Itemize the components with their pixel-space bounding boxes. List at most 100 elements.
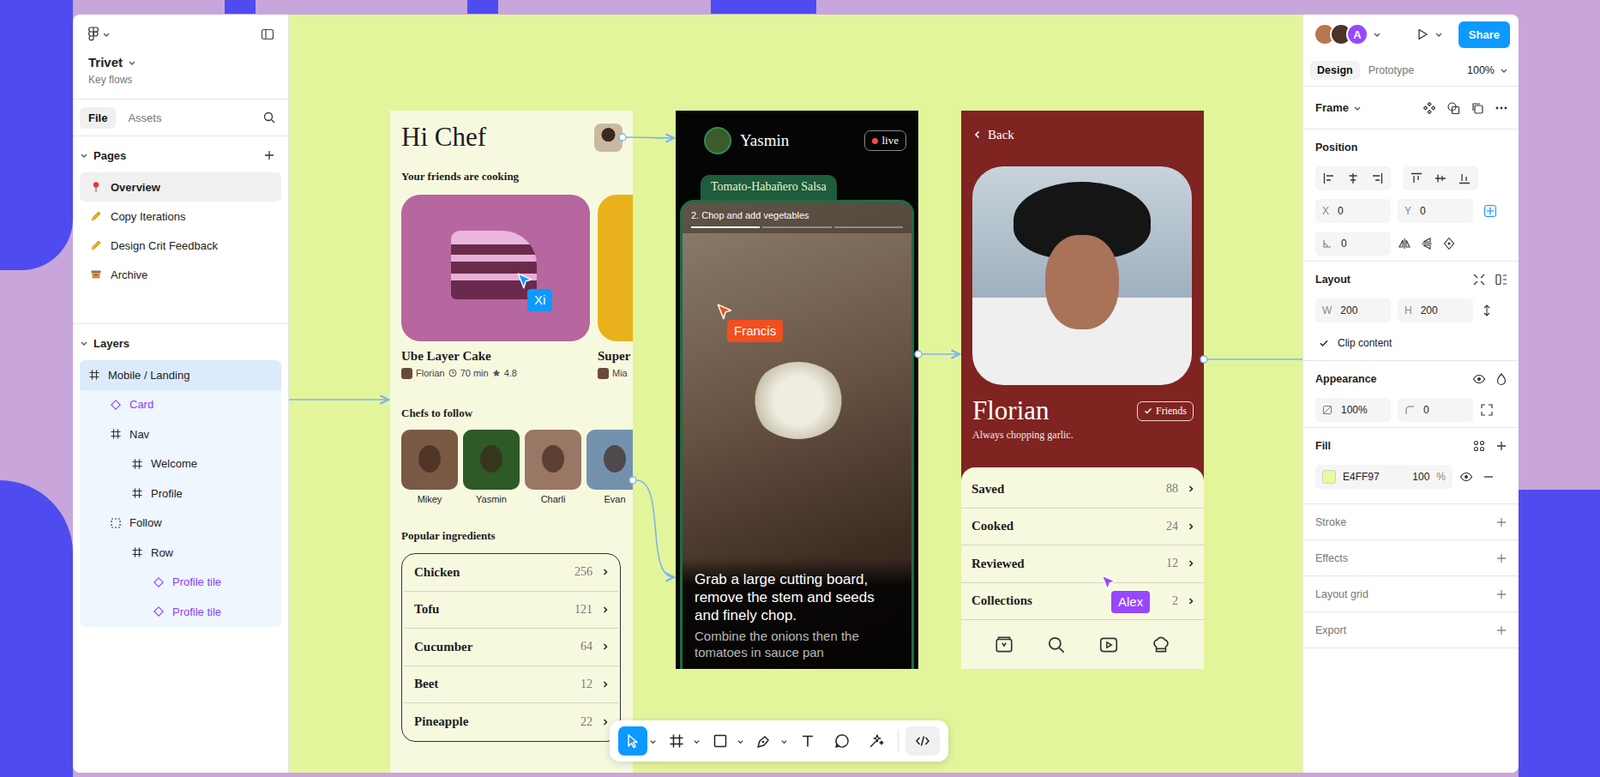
- chef-hat-icon[interactable]: [1150, 634, 1172, 656]
- connection-line[interactable]: [1207, 358, 1303, 361]
- add-page-icon[interactable]: [262, 148, 277, 163]
- layer-item[interactable]: Follow: [79, 508, 282, 539]
- align-left-icon[interactable]: [1322, 171, 1336, 186]
- tool-button[interactable]: [827, 726, 857, 756]
- page-label[interactable]: Archive: [110, 268, 148, 282]
- number-field[interactable]: W200: [1315, 298, 1391, 323]
- file-name[interactable]: Trivet: [88, 54, 275, 72]
- chevron-down-icon[interactable]: [1434, 30, 1444, 39]
- page-item[interactable]: Design Crit Feedback: [79, 230, 282, 260]
- chevron-down-icon[interactable]: [649, 737, 657, 746]
- toolbar-tool[interactable]: [618, 726, 657, 756]
- panel-tab[interactable]: Design: [1310, 60, 1360, 80]
- chevron-down-icon[interactable]: [102, 30, 111, 39]
- chef-tile[interactable]: Charli: [524, 429, 582, 506]
- stat-row[interactable]: Collections2: [961, 583, 1204, 621]
- connection-line[interactable]: [288, 398, 389, 401]
- zoom-value[interactable]: 100%: [1467, 64, 1495, 77]
- toolbar-tool[interactable]: [705, 726, 745, 756]
- collapsed-section[interactable]: Effects: [1303, 540, 1519, 577]
- stat-row[interactable]: Reviewed12: [961, 545, 1204, 584]
- comment-tool-icon[interactable]: [833, 732, 851, 750]
- chevron-down-icon[interactable]: [127, 58, 137, 67]
- search-icon[interactable]: [262, 110, 277, 125]
- chevron-down-icon[interactable]: [1372, 30, 1382, 39]
- align-bottom-icon[interactable]: [1457, 171, 1472, 186]
- number-field[interactable]: H200: [1397, 298, 1474, 323]
- recipe-tab[interactable]: Tomato-Habañero Salsa: [700, 174, 837, 200]
- align-top-icon[interactable]: [1409, 171, 1424, 186]
- chef-avatar[interactable]: [703, 126, 732, 155]
- layer-name[interactable]: Row: [150, 546, 174, 560]
- canvas[interactable]: Hi ChefYour friends are cookingUbe Layer…: [288, 14, 1303, 773]
- fill-color-field[interactable]: E4FF97100%: [1315, 464, 1453, 489]
- play-icon[interactable]: [1098, 634, 1119, 656]
- collapsed-section[interactable]: Export: [1303, 612, 1519, 649]
- share-button[interactable]: Share: [1458, 21, 1510, 49]
- video-card[interactable]: 2. Chop and add vegetablesGrab a large c…: [679, 199, 915, 669]
- pen-tool-icon[interactable]: [755, 732, 773, 750]
- panel-tab[interactable]: Prototype: [1361, 60, 1422, 80]
- clip-content-checkbox[interactable]: Clip content: [1315, 330, 1509, 355]
- tool-button[interactable]: [705, 726, 735, 756]
- selection-type[interactable]: Frame: [1315, 101, 1362, 115]
- remove-icon[interactable]: [1481, 469, 1496, 484]
- toolbar-tool[interactable]: [749, 726, 788, 756]
- visibility-eye-icon[interactable]: [1459, 469, 1474, 484]
- recipe-card[interactable]: Ube Layer CakeFlorian70 min4.8: [401, 194, 590, 380]
- recipe-card[interactable]: SuperMia: [597, 194, 633, 380]
- add-icon[interactable]: [1494, 587, 1509, 602]
- main-menu[interactable]: [88, 26, 111, 43]
- stat-row[interactable]: Cooked24: [961, 508, 1204, 547]
- ai-tool-icon[interactable]: [867, 732, 885, 750]
- field-value[interactable]: 0: [1419, 204, 1426, 217]
- panel-toggle-icon[interactable]: [260, 27, 275, 42]
- page-label[interactable]: Copy Iterations: [110, 210, 186, 223]
- layer-name[interactable]: Card: [129, 397, 154, 411]
- mask-icon[interactable]: [1446, 101, 1461, 115]
- home-screen-frame[interactable]: Hi ChefYour friends are cookingUbe Layer…: [390, 110, 633, 773]
- live-screen-frame[interactable]: YasminliveTomato-Habañero Salsa2. Chop a…: [675, 110, 919, 669]
- page-label[interactable]: Overview: [110, 180, 161, 194]
- ingredient-row[interactable]: Beet12: [403, 666, 619, 704]
- connection-line[interactable]: [625, 137, 674, 139]
- move-tool-icon[interactable]: [624, 732, 642, 750]
- chevron-down-icon[interactable]: [736, 737, 745, 746]
- chevron-down-icon[interactable]: [1353, 103, 1362, 113]
- field-value[interactable]: 100%: [1341, 403, 1368, 416]
- toolbar-tool[interactable]: [827, 726, 857, 756]
- layer-name[interactable]: Follow: [129, 516, 163, 530]
- rotation-field[interactable]: 0: [1315, 231, 1391, 256]
- layer-item[interactable]: Welcome: [79, 449, 282, 480]
- fill-opacity[interactable]: 100: [1412, 470, 1430, 483]
- toolbar-tool[interactable]: [905, 726, 940, 756]
- layer-item[interactable]: Profile tile: [79, 567, 282, 598]
- flip-horizontal-icon[interactable]: [1397, 236, 1412, 251]
- align-center-icon[interactable]: [1346, 171, 1360, 186]
- saved-icon[interactable]: [993, 634, 1015, 656]
- layer-item[interactable]: Mobile / Landing: [79, 360, 282, 391]
- layer-name[interactable]: Profile tile: [172, 575, 222, 589]
- page-item[interactable]: Copy Iterations: [79, 201, 282, 231]
- component-icon[interactable]: [1422, 101, 1437, 115]
- layer-item[interactable]: Profile tile: [79, 596, 282, 627]
- collaborator-avatars[interactable]: A: [1313, 23, 1382, 46]
- page-item[interactable]: Archive: [79, 259, 282, 289]
- tool-button[interactable]: [861, 726, 891, 756]
- toolbar-tool[interactable]: [661, 726, 701, 756]
- connection-handle[interactable]: [619, 133, 626, 141]
- number-field[interactable]: X0: [1315, 198, 1391, 223]
- chevron-left-icon[interactable]: [972, 129, 983, 140]
- collapsed-section[interactable]: Stroke: [1303, 504, 1519, 541]
- layers-header[interactable]: Layers: [72, 332, 289, 354]
- layer-name[interactable]: Profile tile: [172, 605, 222, 619]
- field-value[interactable]: 0: [1337, 204, 1344, 217]
- fill-hex[interactable]: E4FF97: [1342, 470, 1406, 483]
- add-icon[interactable]: [1494, 515, 1509, 530]
- add-icon[interactable]: [1494, 439, 1509, 453]
- ingredient-row[interactable]: Tofu121: [403, 591, 619, 630]
- ingredient-row[interactable]: Chicken256: [403, 553, 619, 592]
- tool-button[interactable]: [661, 726, 692, 756]
- opacity-field[interactable]: 100%: [1315, 397, 1391, 422]
- field-value[interactable]: 200: [1420, 304, 1438, 317]
